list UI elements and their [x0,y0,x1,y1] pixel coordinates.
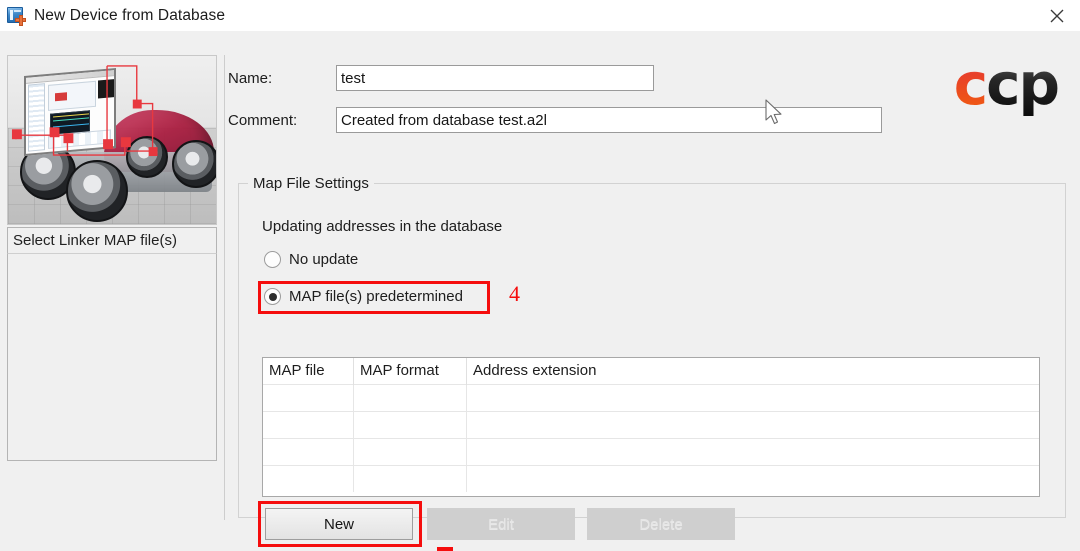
name-label: Name: [228,69,273,87]
radio-icon-checked [264,288,281,305]
window-title: New Device from Database [34,6,226,24]
title-bar: New Device from Database [0,0,1080,31]
measurement-network-lines [11,65,158,157]
left-panel: Select Linker MAP file(s) [7,55,217,461]
comment-row: Comment: Created from database test.a2l [228,107,882,133]
radio-no-update-label: No update [289,251,359,268]
logo-part-accent: c [953,50,988,118]
dialog-body: Select Linker MAP file(s) Name: test Com… [0,31,1080,551]
map-file-table[interactable]: MAP file MAP format Address extension [262,357,1040,497]
linker-map-file-list[interactable] [7,253,217,461]
edit-button: Edit [427,508,575,540]
column-header-map-file[interactable]: MAP file [263,358,354,385]
vehicle-illustration [7,55,217,225]
table-row[interactable] [263,465,1039,492]
table-row[interactable] [263,384,1039,412]
comment-label: Comment: [228,111,298,129]
comment-input[interactable]: Created from database test.a2l [336,107,882,133]
radio-map-predetermined[interactable]: MAP file(s) predetermined [264,288,463,305]
radio-no-update[interactable]: No update [264,251,358,268]
new-device-dialog: New Device from Database Select Linker M… [0,0,1080,551]
name-row: Name: test [228,65,654,91]
table-header-row: MAP file MAP format Address extension [263,358,1039,385]
close-icon[interactable] [1034,0,1080,31]
delete-button: Delete [587,508,735,540]
annotation-marker [437,547,453,551]
linker-map-list-label: Select Linker MAP file(s) [7,227,217,253]
column-header-address-extension[interactable]: Address extension [466,358,1039,385]
table-row[interactable] [263,411,1039,439]
table-row[interactable] [263,438,1039,466]
column-header-map-format[interactable]: MAP format [353,358,467,385]
new-button[interactable]: New [265,508,413,540]
radio-map-predetermined-label: MAP file(s) predetermined [289,288,463,305]
map-file-settings-title: Map File Settings [248,175,374,192]
logo-part-dark: cp [986,50,1060,118]
updating-addresses-label: Updating addresses in the database [262,218,503,235]
ccp-logo: ccp [954,55,1060,113]
radio-icon-unchecked [264,251,281,268]
annotation-step-number: 4 [509,281,520,306]
device-add-icon [6,6,26,26]
name-input[interactable]: test [336,65,654,91]
panel-divider [224,55,225,520]
